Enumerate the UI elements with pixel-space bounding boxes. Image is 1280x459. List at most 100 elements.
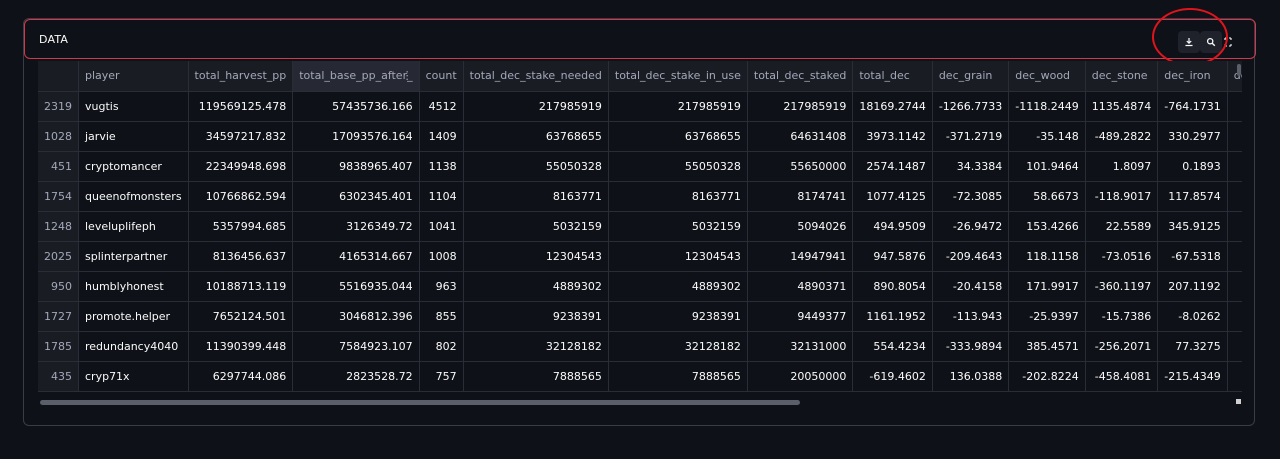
resize-handle[interactable] [1236, 399, 1241, 404]
row-index[interactable]: 1727 [38, 301, 79, 332]
table-cell[interactable]: 385.4571 [1008, 331, 1086, 362]
table-cell[interactable]: 171.9917 [1008, 271, 1086, 302]
row-index[interactable]: 1248 [38, 211, 79, 242]
table-cell[interactable]: 3126349.72 [292, 211, 420, 242]
table-cell[interactable]: 890.8054 [852, 271, 933, 302]
table-cell[interactable]: 8163771 [608, 181, 748, 212]
table-cell[interactable]: 554.4234 [852, 331, 933, 362]
table-cell[interactable]: 55050328 [608, 151, 748, 182]
table-cell[interactable] [1227, 121, 1242, 152]
table-cell[interactable]: 64631408 [747, 121, 854, 152]
table-cell[interactable]: cryptomancer [78, 151, 189, 182]
table-cell[interactable]: 32128182 [608, 331, 748, 362]
table-cell[interactable]: 63768655 [608, 121, 748, 152]
search-button[interactable] [1200, 31, 1222, 53]
column-header-total_base_pp_after_[interactable]: ⋮ total_base_pp_after_ [292, 61, 420, 92]
table-cell[interactable]: 17093576.164 [292, 121, 420, 152]
table-cell[interactable]: 1.8097 [1085, 151, 1159, 182]
column-header-total_dec_stake_in_use[interactable]: total_dec_stake_in_use [608, 61, 748, 92]
table-cell[interactable]: 10188713.119 [188, 271, 294, 302]
column-header-dec_wood[interactable]: dec_wood [1008, 61, 1086, 92]
table-cell[interactable]: 5032159 [608, 211, 748, 242]
table-cell[interactable]: 7652124.501 [188, 301, 294, 332]
table-cell[interactable]: 802 [419, 331, 464, 362]
column-header-total_dec_stake_needed[interactable]: total_dec_stake_needed [463, 61, 609, 92]
table-cell[interactable]: 5357994.685 [188, 211, 294, 242]
table-cell[interactable]: 9238391 [608, 301, 748, 332]
table-cell[interactable]: 34.3384 [932, 151, 1010, 182]
column-header-count[interactable]: count [419, 61, 464, 92]
table-cell[interactable]: 1104 [419, 181, 464, 212]
fullscreen-button[interactable] [1222, 31, 1234, 53]
table-cell[interactable]: vugtis [78, 91, 189, 122]
table-cell[interactable]: 55650000 [747, 151, 854, 182]
table-cell[interactable]: 217985919 [463, 91, 609, 122]
table-cell[interactable]: cryp71x [78, 361, 189, 392]
table-cell[interactable]: 947.5876 [852, 241, 933, 272]
table-row[interactable]: 1028 jarvie 34597217.832 17093576.164 1409 63… [38, 121, 1242, 152]
table-cell[interactable]: -371.2719 [932, 121, 1010, 152]
column-header-dec_stone[interactable]: dec_stone [1085, 61, 1159, 92]
table-cell[interactable]: 7584923.107 [292, 331, 420, 362]
table-cell[interactable]: 20050000 [747, 361, 854, 392]
table-cell[interactable]: 494.9509 [852, 211, 933, 242]
table-cell[interactable]: 18169.2744 [852, 91, 933, 122]
table-cell[interactable]: 9449377 [747, 301, 854, 332]
table-cell[interactable] [1227, 211, 1242, 242]
column-header-dec_grain[interactable]: dec_grain [932, 61, 1010, 92]
table-cell[interactable]: -202.8224 [1008, 361, 1086, 392]
row-index[interactable]: 1754 [38, 181, 79, 212]
table-cell[interactable]: 14947941 [747, 241, 854, 272]
column-header-player[interactable]: player [78, 61, 189, 92]
table-cell[interactable]: -489.2822 [1085, 121, 1159, 152]
table-cell[interactable]: 5094026 [747, 211, 854, 242]
table-cell[interactable]: 4889302 [608, 271, 748, 302]
table-cell[interactable]: 1138 [419, 151, 464, 182]
table-cell[interactable]: queenofmonsters [78, 181, 189, 212]
table-cell[interactable]: 7888565 [463, 361, 609, 392]
table-cell[interactable]: -26.9472 [932, 211, 1010, 242]
table-cell[interactable]: -25.9397 [1008, 301, 1086, 332]
data-grid[interactable]: player total_harvest_pp ⋮ total_base_pp_aft… [38, 61, 1242, 406]
table-cell[interactable]: -458.4081 [1085, 361, 1159, 392]
table-cell[interactable]: 3973.1142 [852, 121, 933, 152]
table-cell[interactable]: 136.0388 [932, 361, 1010, 392]
table-cell[interactable]: 22349948.698 [188, 151, 294, 182]
table-cell[interactable]: 8174741 [747, 181, 854, 212]
table-cell[interactable]: -15.7386 [1085, 301, 1159, 332]
table-row[interactable]: 950 humblyhonest 10188713.119 5516935.044 96… [38, 271, 1242, 302]
table-cell[interactable]: 1077.4125 [852, 181, 933, 212]
table-cell[interactable]: 32128182 [463, 331, 609, 362]
table-cell[interactable]: -209.4643 [932, 241, 1010, 272]
table-cell[interactable]: -72.3085 [932, 181, 1010, 212]
table-cell[interactable]: 1008 [419, 241, 464, 272]
table-cell[interactable]: 57435736.166 [292, 91, 420, 122]
table-cell[interactable] [1227, 301, 1242, 332]
table-cell[interactable] [1227, 271, 1242, 302]
column-header-total_dec[interactable]: total_dec [852, 61, 933, 92]
table-cell[interactable]: 5032159 [463, 211, 609, 242]
table-cell[interactable]: 9238391 [463, 301, 609, 332]
table-cell[interactable]: -113.943 [932, 301, 1010, 332]
table-cell[interactable]: 4889302 [463, 271, 609, 302]
table-cell[interactable]: jarvie [78, 121, 189, 152]
table-cell[interactable]: -764.1731 [1157, 91, 1228, 122]
table-row[interactable]: 1785 redundancy4040 11390399.448 7584923.10… [38, 331, 1242, 362]
table-row[interactable]: 2319 vugtis 119569125.478 57435736.166 4512 2… [38, 91, 1242, 122]
table-cell[interactable]: 4512 [419, 91, 464, 122]
table-cell[interactable]: leveluplifeph [78, 211, 189, 242]
table-cell[interactable]: 5516935.044 [292, 271, 420, 302]
column-header-total_dec_staked[interactable]: total_dec_staked [747, 61, 854, 92]
table-cell[interactable]: 8163771 [463, 181, 609, 212]
table-cell[interactable]: 6302345.401 [292, 181, 420, 212]
table-cell[interactable]: humblyhonest [78, 271, 189, 302]
table-cell[interactable]: 22.5589 [1085, 211, 1159, 242]
table-cell[interactable] [1227, 181, 1242, 212]
table-cell[interactable]: -20.4158 [932, 271, 1010, 302]
table-cell[interactable]: -8.0262 [1157, 301, 1228, 332]
table-cell[interactable]: 32131000 [747, 331, 854, 362]
table-cell[interactable]: -619.4602 [852, 361, 933, 392]
table-cell[interactable]: 217985919 [747, 91, 854, 122]
table-cell[interactable]: 9838965.407 [292, 151, 420, 182]
table-cell[interactable]: 7888565 [608, 361, 748, 392]
